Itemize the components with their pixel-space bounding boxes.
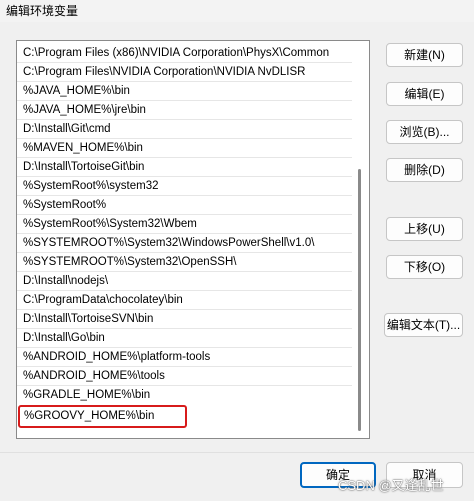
browse-button[interactable]: 浏览(B)... xyxy=(386,120,463,144)
path-entries-list: C:\Program Files (x86)\NVIDIA Corporatio… xyxy=(17,44,353,428)
watermark: CSDN @又逢乱世 xyxy=(338,478,444,493)
list-item[interactable]: C:\Program Files\NVIDIA Corporation\NVID… xyxy=(17,63,353,82)
list-item[interactable]: %ANDROID_HOME%\platform-tools xyxy=(17,348,353,367)
list-item[interactable]: %SystemRoot%\system32 xyxy=(17,177,353,196)
list-item[interactable]: %SystemRoot%\System32\Wbem xyxy=(17,215,353,234)
list-item[interactable]: D:\Install\Git\cmd xyxy=(17,120,353,139)
list-item[interactable]: D:\Install\Go\bin xyxy=(17,329,353,348)
list-item[interactable]: D:\Install\TortoiseSVN\bin xyxy=(17,310,353,329)
list-item[interactable]: %JAVA_HOME%\jre\bin xyxy=(17,101,353,120)
move-down-button[interactable]: 下移(O) xyxy=(386,255,463,279)
scrollbar-thumb[interactable] xyxy=(358,169,361,431)
list-item[interactable]: D:\Install\TortoiseGit\bin xyxy=(17,158,353,177)
list-item[interactable]: %GRADLE_HOME%\bin xyxy=(17,386,353,405)
list-item[interactable]: C:\ProgramData\chocolatey\bin xyxy=(17,291,353,310)
edit-button[interactable]: 编辑(E) xyxy=(386,82,463,106)
list-item[interactable]: %ANDROID_HOME%\tools xyxy=(17,367,353,386)
footer-divider xyxy=(0,452,474,453)
vertical-scrollbar[interactable] xyxy=(352,41,369,438)
edit-text-button[interactable]: 编辑文本(T)... xyxy=(384,313,463,337)
list-item-selected[interactable]: %GROOVY_HOME%\bin xyxy=(18,405,187,428)
move-up-button[interactable]: 上移(U) xyxy=(386,217,463,241)
list-item[interactable]: %MAVEN_HOME%\bin xyxy=(17,139,353,158)
path-entries-listbox[interactable]: C:\Program Files (x86)\NVIDIA Corporatio… xyxy=(16,40,370,439)
list-item[interactable]: %JAVA_HOME%\bin xyxy=(17,82,353,101)
delete-button[interactable]: 删除(D) xyxy=(386,158,463,182)
list-item[interactable]: %SYSTEMROOT%\System32\OpenSSH\ xyxy=(17,253,353,272)
new-button[interactable]: 新建(N) xyxy=(386,43,463,67)
list-item[interactable]: %SYSTEMROOT%\System32\WindowsPowerShell\… xyxy=(17,234,353,253)
window-title: 编辑环境变量 xyxy=(6,4,79,18)
title-bar: 编辑环境变量 xyxy=(0,0,474,22)
list-item[interactable]: D:\Install\nodejs\ xyxy=(17,272,353,291)
list-item[interactable]: C:\Program Files (x86)\NVIDIA Corporatio… xyxy=(17,44,353,63)
list-item[interactable]: %SystemRoot% xyxy=(17,196,353,215)
